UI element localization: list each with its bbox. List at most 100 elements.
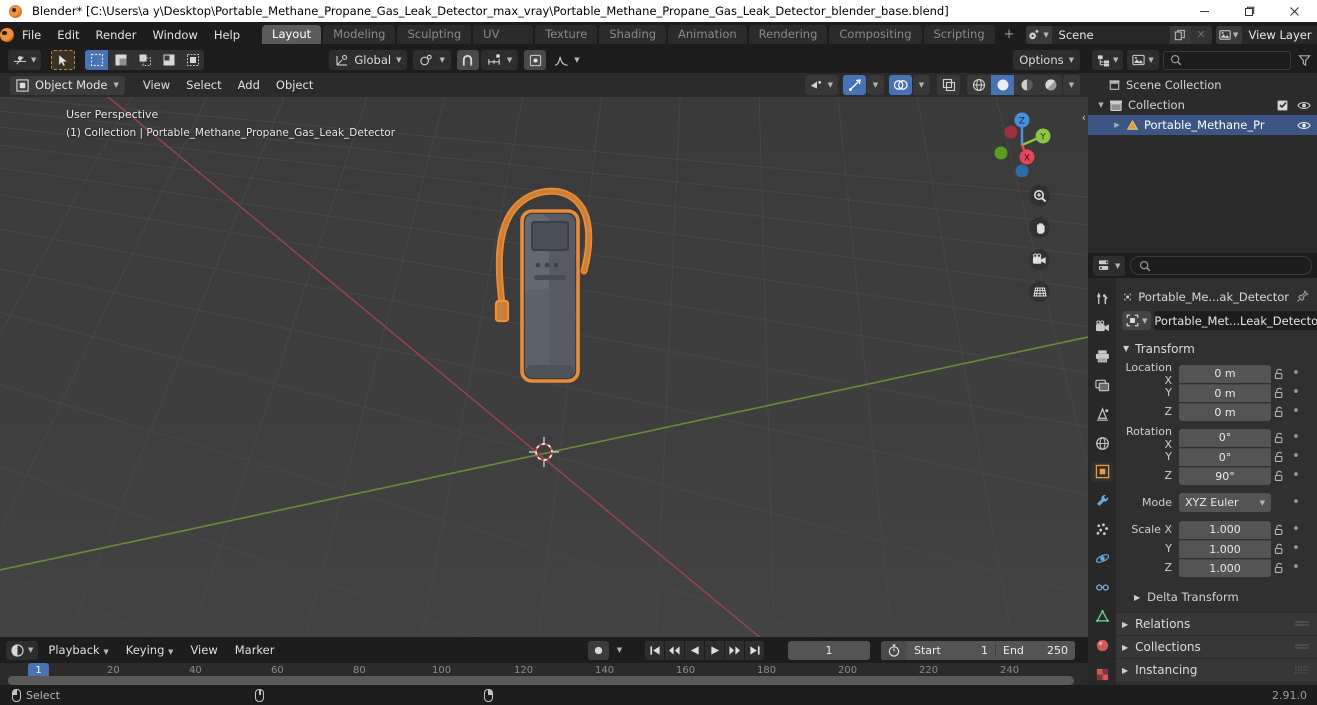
play-reverse-icon[interactable] bbox=[685, 640, 704, 660]
animate-dot[interactable]: • bbox=[1289, 496, 1303, 509]
scene-selector[interactable]: ▼ Scene ✕ bbox=[1025, 25, 1212, 44]
properties-tab-view-layer[interactable] bbox=[1091, 375, 1113, 396]
properties-tab-tool[interactable] bbox=[1091, 288, 1113, 309]
workspace-tab-rendering[interactable]: Rendering bbox=[748, 25, 828, 44]
shading-material-icon[interactable] bbox=[1015, 75, 1038, 95]
zoom-icon[interactable] bbox=[1029, 185, 1050, 206]
scale-y-value[interactable]: 1.000 bbox=[1179, 539, 1271, 558]
properties-editor-icon[interactable]: ▼ bbox=[1093, 255, 1126, 276]
select-extend-icon[interactable] bbox=[109, 50, 133, 70]
unlocked-icon[interactable] bbox=[1271, 386, 1289, 399]
shading-wireframe-icon[interactable] bbox=[967, 75, 990, 95]
workspace-tab-uv-editing[interactable]: UV Editing bbox=[473, 25, 534, 60]
record-keyframe-dropdown[interactable]: ▼ bbox=[612, 641, 627, 660]
jump-to-end-icon[interactable] bbox=[745, 640, 764, 660]
navigation-gizmo[interactable]: Y X Z bbox=[986, 105, 1058, 177]
properties-tab-data[interactable] bbox=[1091, 606, 1113, 627]
timeline-ruler[interactable]: 20 40 60 80 100 120 140 160 180 200 220 … bbox=[0, 663, 1088, 685]
scale-z-value[interactable]: 1.000 bbox=[1179, 558, 1271, 577]
properties-tab-render[interactable] bbox=[1091, 317, 1113, 338]
maximize-icon[interactable] bbox=[1227, 0, 1272, 22]
chevron-left-icon[interactable]: ‹ bbox=[1082, 111, 1086, 124]
filter-type-icon[interactable]: ▼ bbox=[1127, 50, 1159, 70]
stopwatch-icon[interactable] bbox=[881, 640, 907, 660]
expand-triangle-collection[interactable]: ▼ bbox=[1094, 101, 1108, 109]
animate-dot[interactable]: • bbox=[1289, 431, 1303, 444]
proportional-edit-icon[interactable] bbox=[524, 50, 547, 70]
funnel-icon[interactable] bbox=[1295, 54, 1313, 67]
timeline-horizontal-scrollbar[interactable] bbox=[8, 676, 1074, 685]
select-new-icon[interactable] bbox=[85, 50, 109, 70]
xray-icon[interactable] bbox=[937, 75, 960, 95]
timeline-menu-view[interactable]: View bbox=[183, 643, 224, 657]
overlays-dropdown[interactable]: ▼ bbox=[913, 75, 930, 95]
timeline-menu-playback[interactable]: Playback ▼ bbox=[41, 643, 115, 657]
outliner-row-collection[interactable]: ▼ Collection bbox=[1088, 95, 1317, 115]
pan-hand-icon[interactable] bbox=[1029, 217, 1050, 238]
menu-render[interactable]: Render bbox=[88, 26, 145, 44]
expand-triangle-object[interactable]: ▶ bbox=[1110, 121, 1124, 129]
object-id-type[interactable]: ▼ bbox=[1122, 311, 1152, 330]
gizmo-icon[interactable] bbox=[843, 75, 866, 95]
workspace-tab-texture-paint[interactable]: Texture Paint bbox=[535, 25, 598, 60]
3d-viewport[interactable]: User Perspective (1) Collection | Portab… bbox=[0, 97, 1088, 637]
relations-panel[interactable]: ▶ Relations bbox=[1116, 612, 1317, 635]
select-invert-icon[interactable] bbox=[157, 50, 181, 70]
view-layer-name[interactable]: View Layer bbox=[1241, 25, 1317, 44]
unlocked-icon[interactable] bbox=[1271, 405, 1289, 418]
outliner-search-input[interactable] bbox=[1162, 50, 1291, 70]
viewport-options-dropdown[interactable]: Options ▼ bbox=[1013, 50, 1080, 70]
unlocked-icon[interactable] bbox=[1271, 450, 1289, 463]
unlocked-icon[interactable] bbox=[1271, 523, 1289, 536]
instancing-panel[interactable]: ▶ Instancing bbox=[1116, 658, 1317, 681]
unlocked-icon[interactable] bbox=[1271, 469, 1289, 482]
remove-scene-icon[interactable]: ✕ bbox=[1190, 25, 1212, 44]
animate-dot[interactable]: • bbox=[1289, 561, 1303, 574]
view-layer-icon[interactable]: ▼ bbox=[1215, 25, 1242, 44]
properties-tab-output[interactable] bbox=[1091, 346, 1113, 367]
viewport-menu-select[interactable]: Select bbox=[178, 76, 229, 95]
properties-tab-particles[interactable] bbox=[1091, 519, 1113, 540]
transform-panel-header[interactable]: ▼ Transform bbox=[1116, 338, 1317, 359]
rotation-mode-dropdown[interactable]: XYZ Euler ▼ bbox=[1179, 493, 1271, 512]
scene-name[interactable]: Scene bbox=[1051, 25, 1170, 44]
cursor-select-tool-icon[interactable] bbox=[51, 50, 76, 70]
jump-next-keyframe-icon[interactable] bbox=[725, 640, 744, 660]
viewport-menu-object[interactable]: Object bbox=[268, 76, 321, 95]
scale-x-value[interactable]: 1.000 bbox=[1179, 520, 1271, 539]
pin-icon[interactable] bbox=[1296, 290, 1309, 303]
outliner-display-mode-icon[interactable]: ▼ bbox=[1092, 50, 1124, 70]
menu-edit[interactable]: Edit bbox=[49, 26, 87, 44]
blender-menu-icon[interactable] bbox=[0, 22, 14, 47]
unlocked-icon[interactable] bbox=[1271, 561, 1289, 574]
overlays-icon[interactable] bbox=[889, 75, 912, 95]
properties-tab-modifiers[interactable] bbox=[1091, 490, 1113, 511]
animate-dot[interactable]: • bbox=[1289, 450, 1303, 463]
workspace-tab-compositing[interactable]: Compositing bbox=[829, 25, 922, 44]
animate-dot[interactable]: • bbox=[1289, 405, 1303, 418]
start-frame-field[interactable]: Start 1 bbox=[907, 644, 995, 657]
outliner-row-scene-collection[interactable]: Scene Collection bbox=[1088, 75, 1317, 95]
viewport-menu-add[interactable]: Add bbox=[230, 76, 268, 95]
delta-transform-panel[interactable]: ▶ Delta Transform bbox=[1116, 586, 1317, 608]
menu-help[interactable]: Help bbox=[206, 26, 248, 44]
properties-tab-constraints[interactable] bbox=[1091, 577, 1113, 598]
jump-prev-keyframe-icon[interactable] bbox=[665, 640, 684, 660]
new-scene-icon[interactable] bbox=[1169, 25, 1191, 44]
add-workspace-button[interactable]: + bbox=[997, 27, 1022, 42]
scene-icon[interactable]: ▼ bbox=[1025, 25, 1052, 44]
properties-tab-texture[interactable] bbox=[1091, 664, 1113, 685]
snap-to-dropdown[interactable]: ▼ bbox=[480, 50, 519, 70]
pivot-point-dropdown[interactable]: ▼ bbox=[413, 50, 451, 70]
minimize-icon[interactable] bbox=[1182, 0, 1227, 22]
workspace-tab-shading[interactable]: Shading bbox=[599, 25, 667, 44]
properties-tab-world[interactable] bbox=[1091, 433, 1113, 454]
eye-icon[interactable] bbox=[1297, 100, 1311, 111]
shading-dropdown[interactable]: ▼ bbox=[1063, 75, 1080, 95]
shading-solid-icon[interactable] bbox=[991, 75, 1014, 95]
outliner-row-object[interactable]: ▶ Portable_Methane_Pr bbox=[1088, 115, 1317, 135]
animate-dot[interactable]: • bbox=[1289, 469, 1303, 482]
animate-dot[interactable]: • bbox=[1289, 367, 1303, 380]
editor-type-icon[interactable]: ▼ bbox=[8, 50, 42, 70]
properties-tab-scene[interactable] bbox=[1091, 404, 1113, 425]
